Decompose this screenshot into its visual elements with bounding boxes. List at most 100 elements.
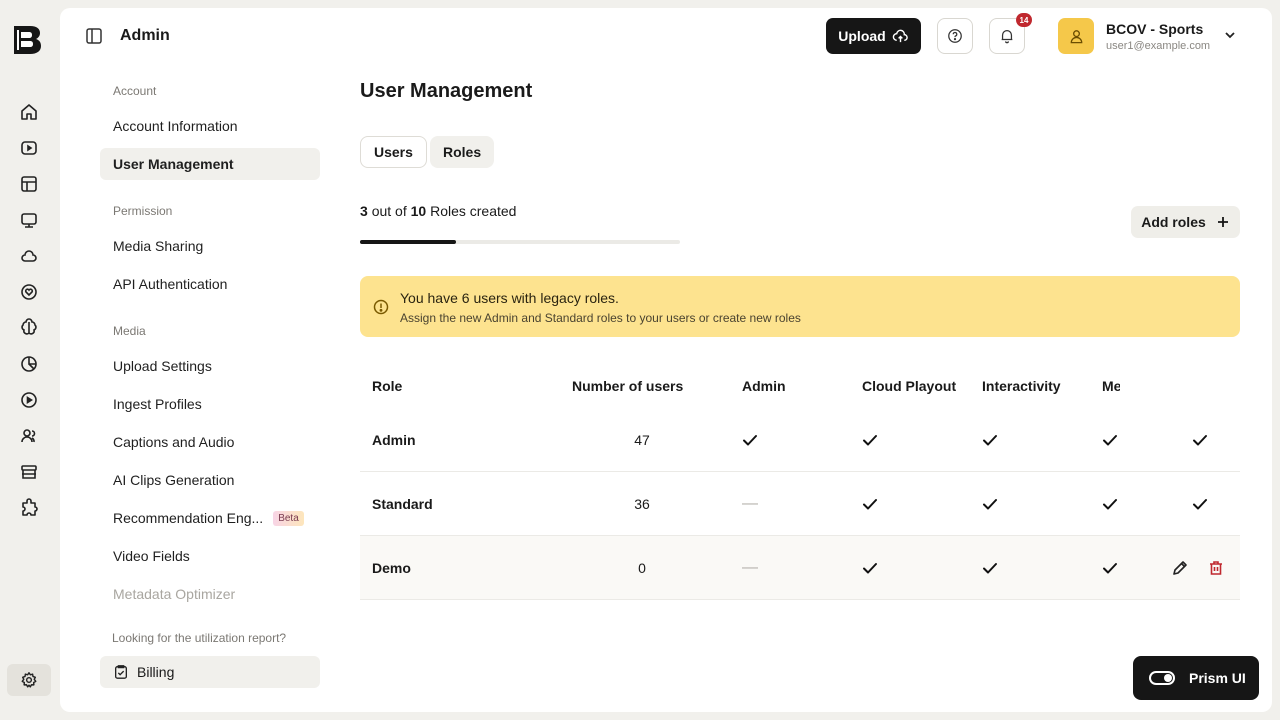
upload-button[interactable]: Upload [826, 18, 921, 54]
heart-badge-icon[interactable] [19, 282, 39, 302]
brand-logo[interactable] [11, 22, 45, 56]
check-icon [980, 408, 1000, 472]
nav-item-video-fields[interactable]: Video Fields [100, 540, 320, 572]
utilization-report-text: Looking for the utilization report? [112, 631, 287, 645]
column-header-role: Role [372, 378, 403, 394]
legacy-roles-alert: You have 6 users with legacy roles. Assi… [360, 276, 1240, 337]
roles-out-of: out of [371, 203, 407, 219]
bell-icon [999, 28, 1015, 44]
column-header-truncated: Me [1102, 378, 1120, 394]
roles-progress-bar [360, 240, 680, 244]
nav-item-label: Recommendation Eng... [113, 510, 264, 526]
column-header-interactivity: Interactivity [982, 378, 1061, 394]
check-icon [1190, 408, 1210, 472]
toggle-switch[interactable] [1149, 671, 1175, 685]
nav-item-billing[interactable]: Billing [100, 656, 320, 688]
warning-circle-icon [373, 299, 389, 315]
check-icon [740, 408, 760, 472]
check-icon [860, 472, 880, 536]
add-roles-label: Add roles [1141, 214, 1206, 230]
role-name: Demo [372, 560, 411, 576]
check-icon [980, 472, 1000, 536]
nav-item-ingest-profiles[interactable]: Ingest Profiles [100, 388, 320, 420]
plus-icon [1216, 215, 1230, 229]
check-icon [1100, 408, 1120, 472]
sidebar-toggle-icon[interactable] [85, 27, 103, 45]
chevron-down-icon[interactable] [1223, 28, 1237, 42]
check-icon [1100, 472, 1120, 536]
prism-ui-toggle[interactable]: Prism UI [1133, 656, 1259, 700]
tab-users[interactable]: Users [360, 136, 427, 168]
nav-item-captions-audio[interactable]: Captions and Audio [100, 426, 320, 458]
account-email: user1@example.com [1106, 40, 1211, 52]
check-icon [1190, 472, 1210, 536]
cloud-icon[interactable] [19, 246, 39, 266]
trash-icon[interactable] [1206, 558, 1226, 578]
video-icon[interactable] [19, 138, 39, 158]
nav-section-media: Media [113, 324, 146, 338]
roles-suffix: Roles created [430, 203, 517, 219]
check-icon [1100, 536, 1120, 600]
add-roles-button[interactable]: Add roles [1131, 206, 1240, 238]
check-icon [860, 408, 880, 472]
nav-item-recommendation-engine[interactable]: Recommendation Eng... Beta [100, 502, 320, 534]
nav-item-upload-settings[interactable]: Upload Settings [100, 350, 320, 382]
roles-progress-fill [360, 240, 456, 244]
beta-badge: Beta [273, 510, 304, 526]
role-name: Standard [372, 496, 433, 512]
nav-section-account: Account [113, 84, 157, 98]
user-icon [1068, 28, 1085, 45]
roles-count: 3 out of 10 Roles created [360, 203, 516, 219]
nav-item-user-management[interactable]: User Management [100, 148, 320, 180]
role-name: Admin [372, 432, 416, 448]
help-icon [947, 28, 963, 44]
table-row[interactable]: Admin 47 [360, 408, 1240, 472]
notification-badge: 14 [1016, 13, 1032, 27]
pencil-icon[interactable] [1170, 558, 1190, 578]
play-circle-icon[interactable] [19, 390, 39, 410]
dash-mark: — [742, 495, 758, 512]
home-icon[interactable] [19, 102, 39, 122]
table-row[interactable]: Standard 36 — [360, 472, 1240, 536]
dash-mark: — [742, 559, 758, 576]
nav-item-ai-clips[interactable]: AI Clips Generation [100, 464, 320, 496]
nav-item-account-information[interactable]: Account Information [100, 110, 320, 142]
column-header-admin: Admin [742, 378, 786, 394]
main-card: Admin Upload 14 BCOV - Sports user1@exam… [60, 8, 1272, 712]
notifications-button[interactable]: 14 [989, 13, 1032, 54]
check-icon [860, 536, 880, 600]
brain-icon[interactable] [19, 318, 39, 338]
avatar[interactable] [1058, 18, 1094, 54]
users-icon[interactable] [19, 426, 39, 446]
layout-icon[interactable] [19, 174, 39, 194]
column-header-users: Number of users [572, 378, 684, 394]
prism-ui-label: Prism UI [1189, 670, 1246, 686]
column-header-cloud-playout: Cloud Playout [862, 378, 957, 394]
monitor-icon[interactable] [19, 210, 39, 230]
pie-chart-icon[interactable] [19, 354, 39, 374]
nav-section-permission: Permission [113, 204, 173, 218]
check-icon [980, 536, 1000, 600]
alert-subtitle: Assign the new Admin and Standard roles … [400, 311, 801, 325]
user-count: 0 [638, 560, 646, 576]
nav-item-api-authentication[interactable]: API Authentication [100, 268, 320, 300]
help-button[interactable] [937, 18, 973, 54]
puzzle-icon[interactable] [19, 498, 39, 518]
page-title: User Management [360, 80, 533, 102]
clipboard-check-icon [113, 664, 129, 680]
tab-roles[interactable]: Roles [430, 136, 495, 168]
nav-item-media-sharing[interactable]: Media Sharing [100, 230, 320, 262]
left-rail [0, 0, 58, 720]
settings-button[interactable] [7, 664, 51, 696]
account-name[interactable]: BCOV - Sports [1106, 21, 1203, 37]
archive-icon[interactable] [19, 462, 39, 482]
alert-title: You have 6 users with legacy roles. [400, 290, 619, 306]
nav-item-metadata-optimizer[interactable]: Metadata Optimizer [100, 578, 320, 610]
gear-icon [20, 671, 38, 689]
user-count: 47 [634, 432, 650, 448]
user-count: 36 [634, 496, 650, 512]
roles-total: 10 [410, 203, 427, 219]
roles-used: 3 [360, 203, 368, 219]
upload-label: Upload [838, 28, 886, 44]
table-row[interactable]: Demo 0 — [360, 536, 1240, 600]
